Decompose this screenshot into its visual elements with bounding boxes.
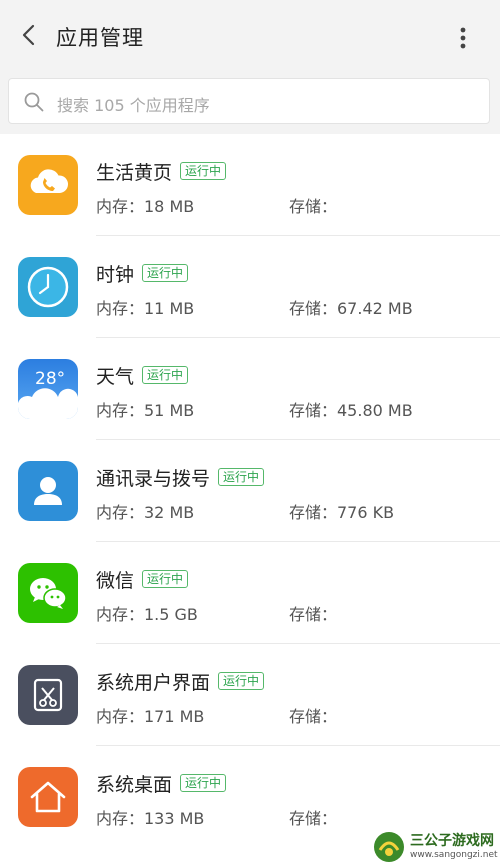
watermark-url: www.sangongzi.net [410, 850, 498, 860]
search-icon [24, 92, 44, 112]
home-launcher-icon [18, 767, 78, 827]
status-badge: 运行中 [142, 264, 189, 282]
more-vertical-icon[interactable] [450, 22, 476, 52]
app-name: 系统桌面 [96, 773, 173, 796]
page-title: 应用管理 [56, 26, 144, 50]
list-item[interactable]: 系统用户界面 运行中 内存：171 MB 存储： [0, 644, 500, 746]
search-placeholder: 搜索 105 个应用程序 [57, 96, 210, 115]
storage-usage: 存储： [289, 809, 338, 828]
system-ui-icon [18, 665, 78, 725]
storage-usage: 存储： [289, 197, 338, 216]
storage-usage: 存储：45.80 MB [289, 401, 413, 420]
top-bar: 应用管理 [0, 0, 500, 70]
storage-usage: 存储： [289, 605, 338, 624]
memory-usage: 内存：51 MB [96, 401, 195, 420]
storage-usage: 存储：776 KB [289, 503, 395, 522]
memory-usage: 内存：133 MB [96, 809, 205, 828]
clock-icon [18, 257, 78, 317]
app-name: 生活黄页 [96, 161, 173, 184]
weather-icon: 28° [18, 359, 78, 419]
contacts-icon [18, 461, 78, 521]
wechat-icon [18, 563, 78, 623]
memory-usage: 内存：18 MB [96, 197, 195, 216]
list-item[interactable]: 时钟 运行中 内存：11 MB 存储：67.42 MB [0, 236, 500, 338]
app-name: 微信 [96, 569, 135, 592]
status-badge: 运行中 [180, 162, 227, 180]
list-item[interactable]: 生活黄页 运行中 内存：18 MB 存储： [0, 134, 500, 236]
list-item[interactable]: 28° 天气 运行中 内存：51 MB 存储：45.80 MB [0, 338, 500, 440]
status-badge: 运行中 [142, 570, 189, 588]
status-badge: 运行中 [180, 774, 227, 792]
app-name: 系统用户界面 [96, 671, 211, 694]
memory-usage: 内存：171 MB [96, 707, 205, 726]
app-name: 天气 [96, 365, 135, 388]
search-bar-area: 搜索 105 个应用程序 [0, 70, 500, 134]
watermark: 三公子游戏网 www.sangongzi.net [368, 826, 500, 868]
status-badge: 运行中 [218, 468, 265, 486]
storage-usage: 存储：67.42 MB [289, 299, 413, 318]
storage-usage: 存储： [289, 707, 338, 726]
app-name: 时钟 [96, 263, 135, 286]
memory-usage: 内存：32 MB [96, 503, 195, 522]
status-badge: 运行中 [218, 672, 265, 690]
weather-icon-temp: 28° [35, 369, 65, 389]
app-list: 生活黄页 运行中 内存：18 MB 存储： 时钟 运行中 内存：11 MB 存储… [0, 134, 500, 848]
watermark-title: 三公子游戏网 [410, 833, 494, 849]
list-item[interactable]: 微信 运行中 内存：1.5 GB 存储： [0, 542, 500, 644]
watermark-logo-icon [374, 832, 404, 862]
chevron-left-icon[interactable] [14, 20, 44, 50]
search-input[interactable]: 搜索 105 个应用程序 [8, 78, 490, 124]
app-name: 通讯录与拨号 [96, 467, 211, 490]
list-item[interactable]: 通讯录与拨号 运行中 内存：32 MB 存储：776 KB [0, 440, 500, 542]
memory-usage: 内存：11 MB [96, 299, 195, 318]
status-badge: 运行中 [142, 366, 189, 384]
memory-usage: 内存：1.5 GB [96, 605, 198, 624]
yellow-pages-icon [18, 155, 78, 215]
